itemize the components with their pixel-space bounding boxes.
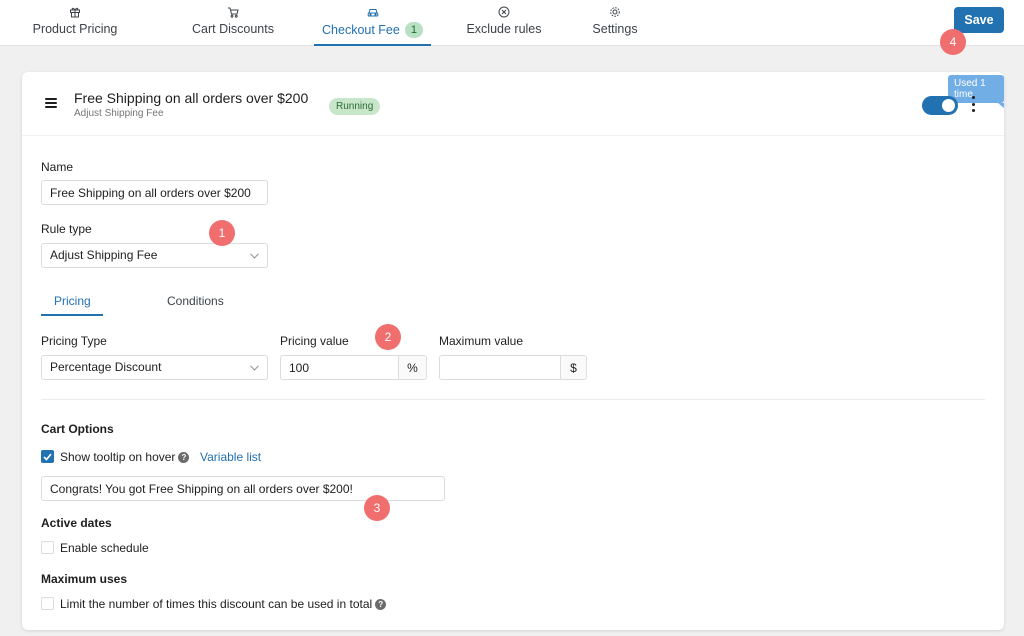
tab-settings[interactable]: Settings xyxy=(590,0,640,46)
circle-x-icon xyxy=(498,6,510,18)
chevron-down-icon xyxy=(249,251,259,261)
save-button[interactable]: Save xyxy=(954,7,1004,33)
tab-label: Checkout Fee xyxy=(322,23,400,37)
maximum-uses-heading: Maximum uses xyxy=(41,572,128,586)
count-badge: 1 xyxy=(404,22,423,38)
step-marker-3: 3 xyxy=(364,495,390,521)
percent-suffix: % xyxy=(399,355,427,380)
tab-checkout-fee[interactable]: Checkout Fee 1 xyxy=(314,0,431,46)
pricing-type-select[interactable]: Percentage Discount xyxy=(41,355,268,380)
limit-uses-checkbox[interactable] xyxy=(41,597,54,610)
limit-uses-label: Limit the number of times this discount … xyxy=(60,597,373,611)
rule-header: Free Shipping on all orders over $200 Ad… xyxy=(22,72,1004,136)
rule-subtitle: Adjust Shipping Fee xyxy=(74,108,164,119)
chevron-down-icon xyxy=(249,363,259,373)
section-divider xyxy=(41,399,985,400)
pricing-value-input[interactable] xyxy=(280,355,399,380)
usage-tooltip: Used 1 time xyxy=(948,75,1004,108)
tab-label: Exclude rules xyxy=(466,22,542,36)
limit-uses-row: Limit the number of times this discount … xyxy=(60,597,387,611)
car-icon xyxy=(367,6,379,18)
rule-title: Free Shipping on all orders over $200 xyxy=(74,90,309,106)
gear-icon xyxy=(609,6,621,18)
rule-card: Free Shipping on all orders over $200 Ad… xyxy=(22,72,1004,630)
rule-type-label: Rule type xyxy=(41,222,92,236)
tab-product-pricing[interactable]: Product Pricing xyxy=(30,0,120,46)
status-badge: Running xyxy=(329,98,381,115)
top-nav-bar: Product Pricing Cart Discounts Checkout … xyxy=(0,0,1024,46)
currency-suffix: $ xyxy=(561,355,587,380)
rule-enabled-toggle[interactable] xyxy=(922,96,958,115)
show-tooltip-row: Show tooltip on hover? xyxy=(60,450,190,464)
variable-list-link[interactable]: Variable list xyxy=(200,450,261,464)
tab-exclude-rules[interactable]: Exclude rules xyxy=(466,0,542,46)
pricing-type-value: Percentage Discount xyxy=(50,360,162,374)
step-marker-1: 1 xyxy=(209,220,235,246)
name-label: Name xyxy=(41,160,74,174)
tab-cart-discounts[interactable]: Cart Discounts xyxy=(190,0,276,46)
name-input[interactable] xyxy=(41,180,268,205)
maximum-value-input[interactable] xyxy=(439,355,561,380)
help-icon[interactable]: ? xyxy=(178,452,190,464)
step-marker-2: 2 xyxy=(375,324,401,350)
help-icon[interactable]: ? xyxy=(375,599,387,611)
subtab-pricing[interactable]: Pricing xyxy=(54,294,91,308)
pricing-type-label: Pricing Type xyxy=(41,334,107,348)
show-tooltip-label: Show tooltip on hover xyxy=(60,450,176,464)
enable-schedule-checkbox[interactable] xyxy=(41,541,54,554)
rule-type-select[interactable]: Adjust Shipping Fee xyxy=(41,243,268,268)
more-options-icon[interactable] xyxy=(972,96,976,112)
cart-icon xyxy=(227,6,239,18)
show-tooltip-checkbox[interactable] xyxy=(41,450,54,463)
drag-handle-icon[interactable] xyxy=(45,98,57,108)
pricing-value-label: Pricing value xyxy=(280,334,349,348)
toggle-knob xyxy=(942,99,955,112)
enable-schedule-label: Enable schedule xyxy=(60,541,149,555)
step-marker-4: 4 xyxy=(940,29,966,55)
subtab-conditions[interactable]: Conditions xyxy=(167,294,224,308)
tab-label: Product Pricing xyxy=(32,22,118,36)
rule-type-value: Adjust Shipping Fee xyxy=(50,248,158,262)
gift-icon xyxy=(69,6,81,18)
tab-label: Settings xyxy=(592,22,638,36)
tab-label: Cart Discounts xyxy=(192,22,274,36)
active-dates-heading: Active dates xyxy=(41,516,112,530)
cart-options-heading: Cart Options xyxy=(41,422,114,436)
maximum-value-label: Maximum value xyxy=(439,334,524,348)
active-subtab-indicator xyxy=(41,314,103,316)
